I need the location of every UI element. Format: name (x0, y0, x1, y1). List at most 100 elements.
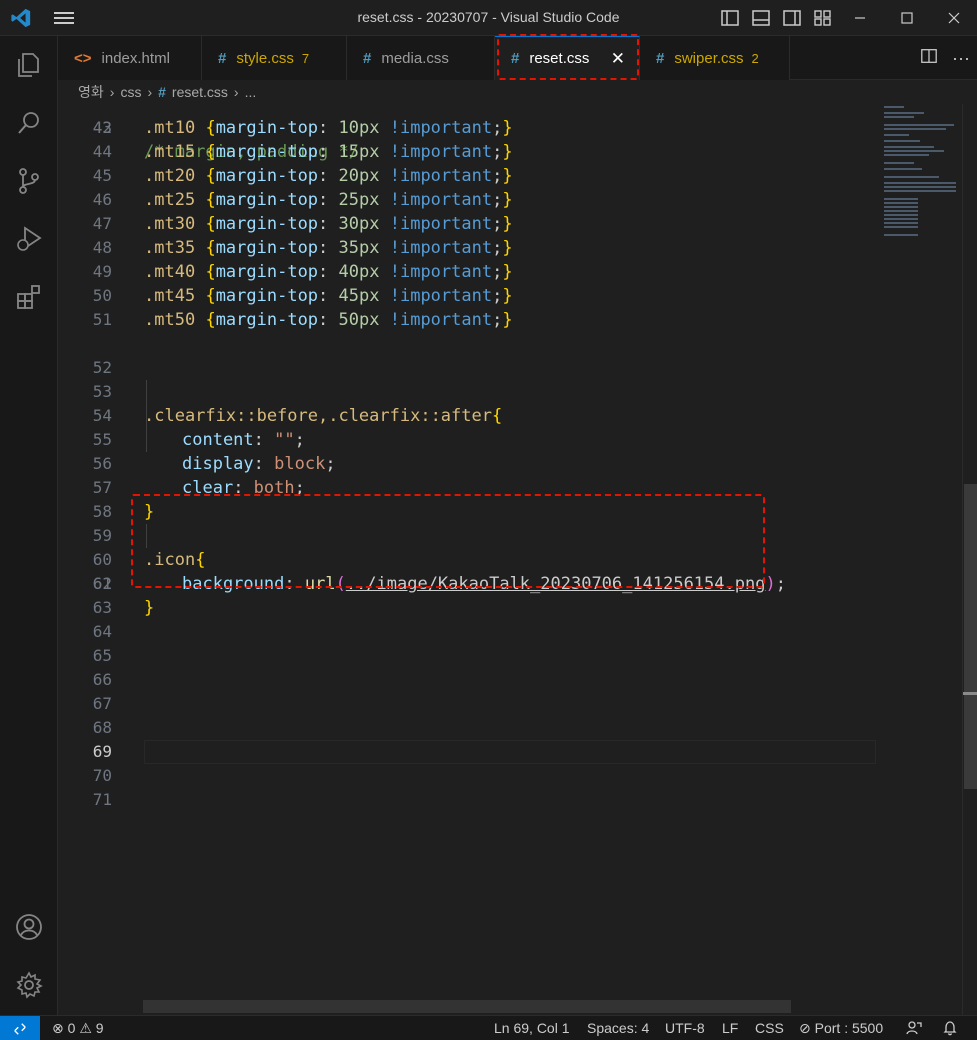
css-selector: .mt15 (144, 142, 196, 162)
css-file-icon: # (363, 49, 372, 67)
close-window-icon[interactable] (944, 8, 964, 28)
cursor-position[interactable]: Ln 69, Col 1 (494, 1020, 570, 1036)
tab-swiper-css[interactable]: # swiper.css 2 (640, 36, 790, 80)
breadcrumb-symbols[interactable]: ... (245, 84, 257, 100)
breadcrumb-folder[interactable]: css (120, 84, 141, 100)
customize-layout-icon[interactable] (813, 8, 833, 28)
css-value: 15px (338, 142, 380, 162)
tab-reset-css[interactable]: # reset.css ✕ (495, 36, 640, 80)
run-and-debug-icon[interactable] (0, 210, 58, 268)
css-important: !important (389, 214, 493, 234)
css-selector: .mt40 (144, 262, 196, 282)
css-selector: .mt45 (144, 286, 196, 306)
code-line: 43 .mt10 {margin-top: 10px !important;} (92, 118, 513, 138)
css-important: !important (389, 118, 493, 138)
minimap[interactable] (876, 104, 962, 1015)
tab-actions: ··· (913, 36, 977, 80)
css-important: !important (389, 190, 493, 210)
source-control-icon[interactable] (0, 152, 58, 210)
live-server-port[interactable]: ⊘ Port : 5500 (799, 1020, 883, 1037)
css-important: !important (389, 310, 493, 330)
broadcast-icon: ⊘ (799, 1020, 811, 1036)
code-line: 50 .mt45 {margin-top: 45px !important;} (92, 286, 513, 306)
eol-status[interactable]: LF (722, 1020, 738, 1036)
scrollbar-cursor-marker (963, 692, 977, 695)
chevron-right-icon: › (147, 84, 153, 100)
css-property: margin-top (215, 238, 319, 258)
notifications-bell-icon[interactable] (942, 1020, 958, 1039)
problem-count-badge: 7 (301, 50, 310, 66)
error-icon: ⊗ (52, 1020, 64, 1036)
breadcrumb-folder[interactable]: 영화 (78, 82, 104, 102)
tab-label: swiper.css (674, 49, 744, 67)
code-line: 58 (92, 502, 112, 521)
problems-status[interactable]: ⊗ 0 ⚠ 9 (52, 1020, 104, 1037)
css-selector: .mt20 (144, 166, 196, 186)
css-value: 25px (338, 190, 380, 210)
code-line: 56 clear: both; (92, 454, 305, 498)
code-line: 46 .mt25 {margin-top: 25px !important;} (92, 190, 513, 210)
code-line-current: 69 (92, 742, 112, 761)
explorer-icon[interactable] (0, 36, 58, 94)
css-property: margin-top (215, 118, 319, 138)
code-editor[interactable]: 42 /* margin, padding */ 43 .mt10 {margin… (58, 104, 963, 1015)
activity-bar (0, 36, 58, 1015)
title-bar: reset.css - 20230707 - Visual Studio Cod… (0, 0, 977, 36)
css-important: !important (389, 166, 493, 186)
toggle-panel-icon[interactable] (751, 8, 771, 28)
code-line: 57 } (92, 478, 155, 522)
css-property: margin-top (215, 310, 319, 330)
indentation-status[interactable]: Spaces: 4 (587, 1020, 649, 1036)
tab-style-css[interactable]: # style.css 7 (202, 36, 347, 80)
code-line: 60 background: url(../image/KakaoTalk_20… (92, 550, 786, 594)
minimize-icon[interactable] (850, 8, 870, 28)
encoding-status[interactable]: UTF-8 (665, 1020, 705, 1036)
close-tab-icon[interactable]: ✕ (611, 49, 625, 69)
breadcrumb-file[interactable]: reset.css (172, 84, 228, 100)
status-bar: ⊗ 0 ⚠ 9 Ln 69, Col 1 Spaces: 4 UTF-8 LF … (0, 1015, 977, 1040)
manage-gear-icon[interactable] (0, 956, 58, 1014)
code-line: 54 content: ""; (92, 406, 305, 450)
css-important: !important (389, 142, 493, 162)
css-value: 40px (338, 262, 380, 282)
css-file-icon: # (656, 49, 665, 67)
code-line: 71 (92, 790, 112, 809)
css-property: margin-top (215, 190, 319, 210)
css-important: !important (389, 286, 493, 306)
toggle-primary-sidebar-icon[interactable] (720, 8, 740, 28)
horizontal-scrollbar[interactable] (143, 1000, 791, 1013)
search-icon[interactable] (0, 94, 58, 152)
maximize-icon[interactable] (897, 8, 917, 28)
code-line: 55 display: block; (92, 430, 336, 474)
css-file-icon: # (158, 84, 166, 100)
css-file-icon: # (218, 49, 227, 67)
code-line: 62 (92, 574, 112, 593)
code-line: 45 .mt20 {margin-top: 20px !important;} (92, 166, 513, 186)
code-line: 59 .icon{ (92, 526, 206, 570)
language-mode[interactable]: CSS (755, 1020, 784, 1036)
css-value: 10px (338, 118, 380, 138)
accounts-icon[interactable] (0, 898, 58, 956)
more-actions-icon[interactable]: ··· (945, 48, 977, 69)
split-editor-icon[interactable] (913, 47, 945, 70)
remote-indicator-icon[interactable] (0, 1016, 40, 1040)
css-property: margin-top (215, 286, 319, 306)
css-value: 50px (338, 310, 380, 330)
tab-media-css[interactable]: # media.css (347, 36, 495, 80)
css-selector: .mt50 (144, 310, 196, 330)
code-line: 42 /* margin, padding */ (92, 118, 359, 162)
scrollbar-thumb[interactable] (964, 484, 977, 789)
css-value: 20px (338, 166, 380, 186)
code-line: 66 (92, 670, 112, 689)
vertical-scrollbar[interactable] (962, 104, 977, 1015)
css-property: margin-top (215, 166, 319, 186)
code-line: 65 (92, 646, 112, 665)
tab-label: index.html (101, 49, 170, 67)
css-selector: .mt30 (144, 214, 196, 234)
tab-index-html[interactable]: <> index.html (58, 36, 202, 80)
feedback-icon[interactable] (906, 1020, 922, 1039)
toggle-secondary-sidebar-icon[interactable] (782, 8, 802, 28)
extensions-icon[interactable] (0, 268, 58, 326)
code-line: 51 .mt50 {margin-top: 50px !important;} (92, 310, 513, 330)
code-line: 53 .clearfix::before,.clearfix::after{ (92, 382, 503, 426)
